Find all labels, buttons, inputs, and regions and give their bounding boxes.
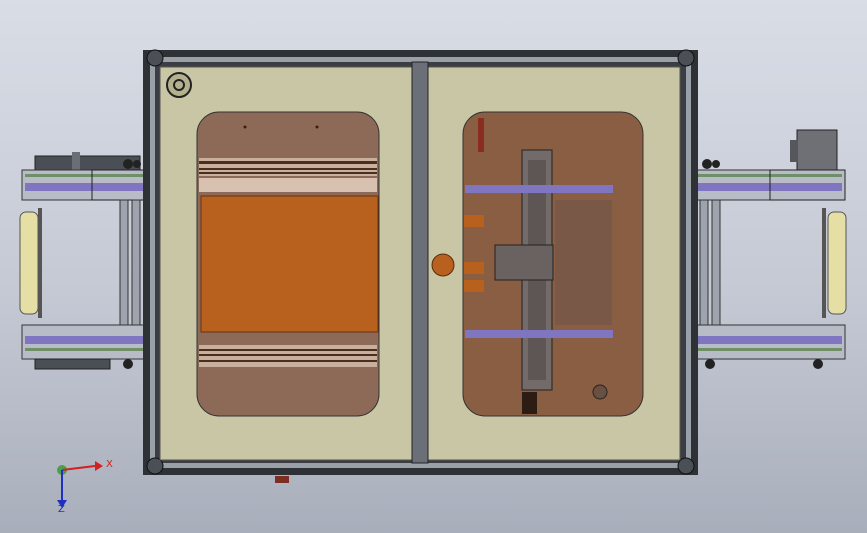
left-window [196,111,380,417]
cad-viewport[interactable]: X Z [0,0,867,533]
left-conveyor[interactable] [19,152,151,370]
right-conveyor[interactable] [689,129,847,369]
center-indicator [431,253,455,277]
right-window [462,111,644,417]
x-axis-label: X [106,459,113,470]
coordinate-triad: X Z [57,459,113,515]
z-axis-label: Z [58,504,65,515]
